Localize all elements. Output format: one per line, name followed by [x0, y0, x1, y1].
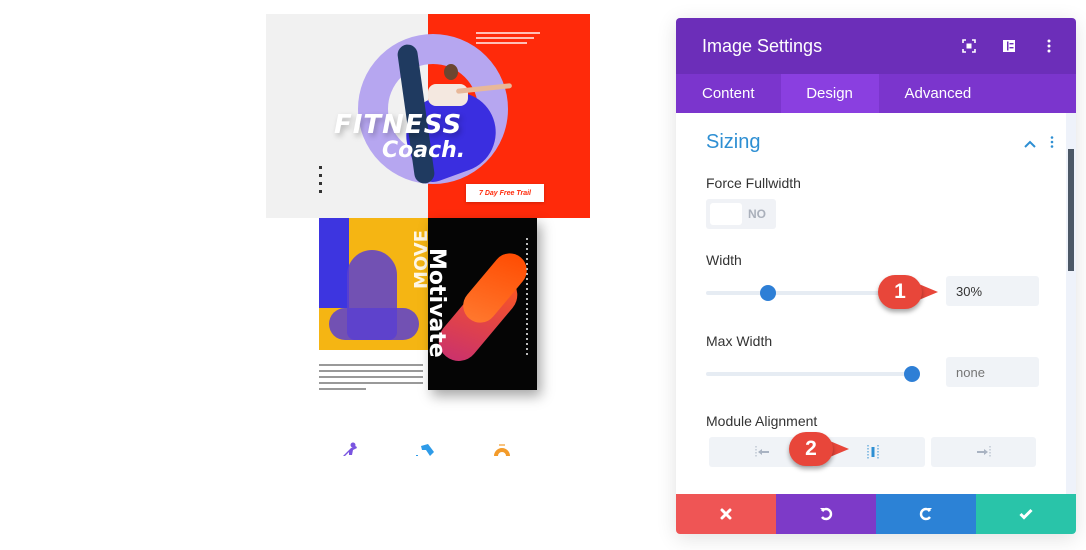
person-running-icon	[343, 442, 357, 456]
align-right-icon	[976, 446, 990, 458]
panel-body: Sizing Force Fullwidth NO Width 30% Max …	[676, 113, 1076, 494]
max-width-slider[interactable]	[706, 366, 920, 382]
fullscreen-icon[interactable]	[960, 37, 978, 55]
dome-icon	[494, 444, 510, 456]
section-title[interactable]: Sizing	[706, 131, 760, 154]
motivate-word: Motivate	[428, 248, 449, 358]
force-fullwidth-toggle[interactable]: NO	[706, 199, 776, 229]
max-width-label: Max Width	[706, 333, 773, 349]
hero-image[interactable]: FITNESS Coach. 7 Day Free Trail	[266, 14, 590, 218]
module-alignment-group	[709, 437, 1036, 467]
feature-icons-row	[340, 442, 520, 460]
tab-design[interactable]: Design	[780, 74, 879, 113]
hero-title: FITNESS	[334, 110, 463, 140]
motivate-card: Motivate	[428, 218, 537, 390]
undo-button[interactable]	[776, 494, 876, 534]
width-input[interactable]	[946, 276, 1039, 306]
annotation-callout-2: 2	[789, 432, 849, 466]
image-settings-panel: Image Settings Content Design Advanced S…	[676, 18, 1076, 534]
tab-content[interactable]: Content	[676, 74, 781, 113]
discard-button[interactable]	[676, 494, 776, 534]
width-slider-thumb[interactable]	[759, 285, 776, 301]
max-width-input[interactable]	[946, 357, 1039, 387]
panel-header[interactable]: Image Settings	[676, 18, 1076, 74]
close-icon	[720, 508, 732, 520]
tab-advanced[interactable]: Advanced	[879, 74, 998, 113]
hero-social-icons	[319, 166, 323, 198]
second-image[interactable]: MOVE Motivate	[319, 218, 537, 398]
section-more-icon[interactable]	[1050, 135, 1054, 153]
hero-blurb-text	[476, 32, 540, 47]
redo-button[interactable]	[876, 494, 976, 534]
second-body-text	[319, 364, 423, 394]
panel-footer	[676, 494, 1076, 534]
panel-title: Image Settings	[702, 35, 823, 56]
align-center-icon	[867, 445, 878, 459]
hero-subtitle: Coach.	[382, 138, 466, 163]
width-label: Width	[706, 252, 742, 268]
sidebar-toggle-icon[interactable]	[1000, 37, 1018, 55]
module-alignment-label: Module Alignment	[706, 413, 818, 429]
arrow-swoosh-icon	[416, 444, 434, 456]
yoga-photo: MOVE	[319, 218, 429, 350]
scrollbar-thumb[interactable]	[1068, 149, 1074, 271]
screen: FITNESS Coach. 7 Day Free Trail MOVE Mot…	[0, 0, 1086, 550]
save-button[interactable]	[976, 494, 1076, 534]
undo-icon	[820, 507, 833, 521]
page-preview: FITNESS Coach. 7 Day Free Trail MOVE Mot…	[0, 0, 660, 550]
chevron-up-icon[interactable]	[1024, 135, 1036, 153]
align-left-icon	[755, 446, 769, 458]
redo-icon	[919, 507, 932, 521]
move-word: MOVE	[411, 230, 429, 289]
align-right-button[interactable]	[931, 437, 1036, 467]
annotation-callout-1: 1	[878, 275, 938, 309]
toggle-state-text: NO	[748, 207, 766, 221]
max-width-slider-thumb[interactable]	[904, 366, 920, 382]
force-fullwidth-label: Force Fullwidth	[706, 175, 801, 191]
hero-cta-button: 7 Day Free Trail	[466, 184, 544, 202]
panel-tabs: Content Design Advanced	[676, 74, 1076, 113]
check-icon	[1019, 508, 1033, 520]
hero-figure-head	[444, 64, 458, 80]
panel-scrollbar[interactable]	[1066, 113, 1076, 494]
more-vertical-icon[interactable]	[1040, 37, 1058, 55]
